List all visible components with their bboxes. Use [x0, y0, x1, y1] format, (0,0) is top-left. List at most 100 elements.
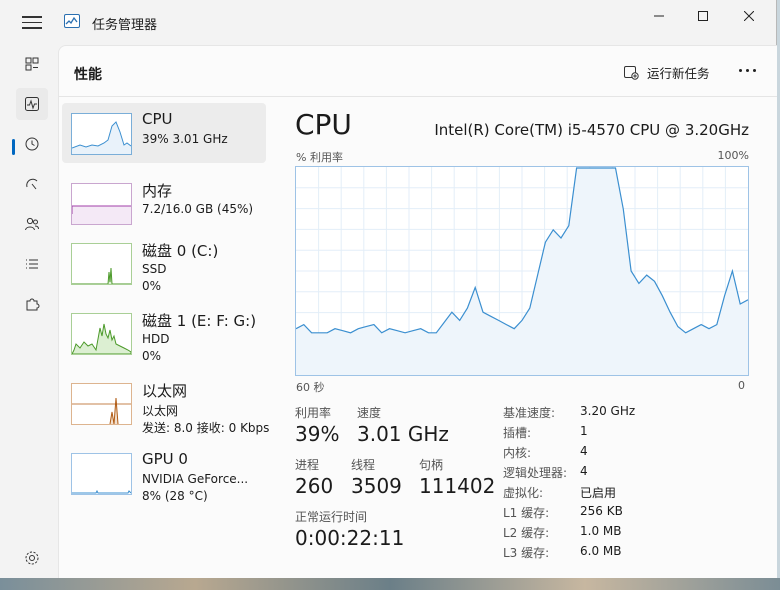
task-manager-window: 任务管理器 性能 运行新任务 CPU 39% 3.01 GHz 内存 7.2/1…: [0, 0, 777, 583]
settings-gear-icon: [25, 551, 39, 565]
perf-item-title: 内存: [142, 182, 173, 200]
perf-item-title: 磁盘 0 (C:): [142, 242, 219, 260]
spec-value: 4: [580, 444, 588, 458]
nav-startup-apps[interactable]: [16, 168, 48, 200]
app-title: 任务管理器: [92, 18, 158, 33]
minimize-button[interactable]: [636, 0, 682, 32]
utilization-label: 利用率: [295, 406, 332, 420]
perf-item-type: SSD: [142, 262, 167, 276]
spec-value: 1.0 MB: [580, 524, 622, 538]
spec-value: 256 KB: [580, 504, 623, 518]
content-area: 性能 运行新任务 CPU 39% 3.01 GHz 内存 7.2/16.0 GB…: [58, 45, 777, 582]
perf-item-gpu-name: NVIDIA GeForce...: [142, 472, 249, 486]
services-puzzle-icon: [26, 298, 40, 311]
perf-item-ethernet[interactable]: 以太网 以太网 发送: 8.0 接收: 0 Kbps: [62, 373, 270, 435]
spec-label: 基准速度:: [503, 406, 556, 420]
history-icon: [25, 137, 39, 151]
performance-icon: [25, 97, 39, 111]
perf-item-cpu[interactable]: CPU 39% 3.01 GHz: [62, 103, 266, 163]
spec-label: 逻辑处理器:: [503, 466, 568, 480]
cpu-thumbnail-graph: [71, 113, 132, 155]
perf-item-usage: 0%: [142, 279, 162, 293]
disk0-thumbnail-graph: [71, 243, 132, 285]
nav-active-indicator: [12, 139, 15, 155]
spec-value: 1: [580, 424, 588, 438]
graph-y-label: % 利用率: [296, 151, 343, 164]
maximize-icon: [698, 11, 708, 21]
spec-label: L1 缓存:: [503, 506, 550, 520]
perf-item-adapter: 以太网: [142, 404, 179, 418]
close-button[interactable]: [726, 0, 772, 32]
nav-processes[interactable]: [16, 48, 48, 80]
uptime-label: 正常运行时间: [295, 510, 368, 524]
sidebar: [0, 44, 56, 582]
cpu-model-name: Intel(R) Core(TM) i5-4570 CPU @ 3.20GHz: [434, 121, 749, 139]
minimize-icon: [654, 15, 664, 17]
perf-item-memory[interactable]: 内存 7.2/16.0 GB (45%): [62, 173, 266, 233]
perf-item-title: 磁盘 1 (E: F: G:): [142, 312, 257, 330]
gpu-thumbnail-graph: [71, 453, 132, 495]
perf-item-disk-0[interactable]: 磁盘 0 (C:) SSD 0%: [62, 233, 266, 293]
run-new-task-label: 运行新任务: [647, 65, 710, 81]
uptime-value: 0:00:22:11: [295, 526, 405, 550]
nav-app-history[interactable]: [16, 128, 48, 160]
perf-item-disk-1[interactable]: 磁盘 1 (E: F: G:) HDD 0%: [62, 303, 266, 363]
users-icon: [25, 217, 39, 231]
perf-item-title: 以太网: [142, 382, 188, 400]
spec-value: 4: [580, 464, 588, 478]
more-options-button[interactable]: [735, 60, 759, 80]
processes-icon: [25, 57, 39, 71]
perf-item-usage: 8% (28 °C): [142, 489, 208, 503]
run-new-task-button[interactable]: 运行新任务: [623, 62, 710, 82]
threads-label: 线程: [351, 458, 376, 472]
graph-y-max-label: 100%: [717, 149, 749, 162]
memory-thumbnail-graph: [71, 183, 132, 225]
spec-value: 3.20 GHz: [580, 404, 636, 418]
startup-icon: [26, 178, 38, 190]
handles-value: 111402: [419, 474, 496, 498]
handles-label: 句柄: [419, 458, 444, 472]
perf-item-detail: 39% 3.01 GHz: [142, 132, 228, 146]
spec-label: 虚拟化:: [503, 486, 544, 500]
speed-label: 速度: [357, 406, 382, 420]
processes-label: 进程: [295, 458, 320, 472]
spec-label: L2 缓存:: [503, 526, 550, 540]
page-header: 性能 运行新任务: [59, 46, 777, 97]
maximize-button[interactable]: [680, 0, 726, 32]
nav-users[interactable]: [16, 208, 48, 240]
disk1-thumbnail-graph: [71, 313, 132, 355]
perf-item-gpu[interactable]: GPU 0 NVIDIA GeForce... 8% (28 °C): [62, 443, 266, 503]
spec-value: 6.0 MB: [580, 544, 622, 558]
perf-item-title: CPU: [142, 110, 173, 128]
hamburger-menu-icon[interactable]: [20, 12, 44, 34]
close-icon: [744, 11, 754, 21]
nav-performance[interactable]: [16, 88, 48, 120]
nav-details[interactable]: [16, 248, 48, 280]
cpu-utilization-chart: [295, 167, 749, 375]
nav-settings[interactable]: [16, 542, 48, 574]
page-title: 性能: [74, 67, 102, 83]
perf-item-title: GPU 0: [142, 450, 188, 468]
title-bar: 任务管理器: [0, 0, 776, 44]
perf-item-detail: 7.2/16.0 GB (45%): [142, 202, 254, 216]
graph-x-start-label: 60 秒: [296, 381, 325, 394]
desktop-background: [0, 578, 780, 590]
perf-item-throughput: 发送: 8.0 接收: 0 Kbps: [142, 421, 270, 435]
spec-value: 已启用: [580, 486, 617, 500]
processes-value: 260: [295, 474, 334, 498]
speed-value: 3.01 GHz: [357, 422, 449, 446]
spec-label: 内核:: [503, 446, 532, 460]
nav-services[interactable]: [16, 288, 48, 320]
perf-item-usage: 0%: [142, 349, 162, 363]
cpu-heading: CPU: [295, 108, 352, 141]
perf-item-type: HDD: [142, 332, 170, 346]
run-task-icon: [624, 66, 639, 80]
threads-value: 3509: [351, 474, 402, 498]
ethernet-thumbnail-graph: [71, 383, 132, 425]
graph-x-end-label: 0: [738, 379, 745, 392]
spec-label: 插槽:: [503, 426, 532, 440]
task-manager-app-icon: [64, 14, 80, 28]
cpu-utilization-graph: [295, 166, 749, 376]
spec-label: L3 缓存:: [503, 546, 550, 560]
utilization-value: 39%: [295, 422, 340, 446]
